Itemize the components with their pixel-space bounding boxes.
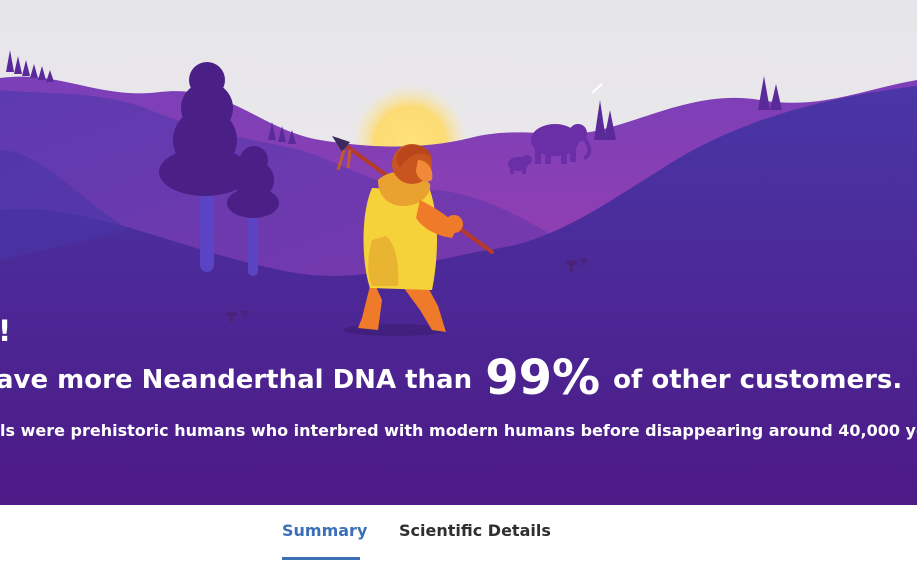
tab-bar: Summary Scientific Details bbox=[0, 505, 917, 561]
hero-subtitle: ls were prehistoric humans who interbred… bbox=[0, 421, 917, 440]
tab-scientific-details[interactable]: Scientific Details bbox=[399, 521, 551, 540]
hero-headline: ave more Neanderthal DNA than 99% of oth… bbox=[0, 352, 902, 406]
headline-prefix: ave more Neanderthal DNA than bbox=[0, 365, 473, 395]
headline-percent: 99% bbox=[485, 350, 601, 406]
active-tab-indicator bbox=[282, 557, 360, 560]
tab-summary[interactable]: Summary bbox=[282, 521, 367, 540]
hero-exclaim: ! bbox=[0, 314, 11, 348]
headline-suffix: of other customers. bbox=[613, 365, 903, 395]
hero-banner: ! ave more Neanderthal DNA than 99% of o… bbox=[0, 0, 917, 505]
